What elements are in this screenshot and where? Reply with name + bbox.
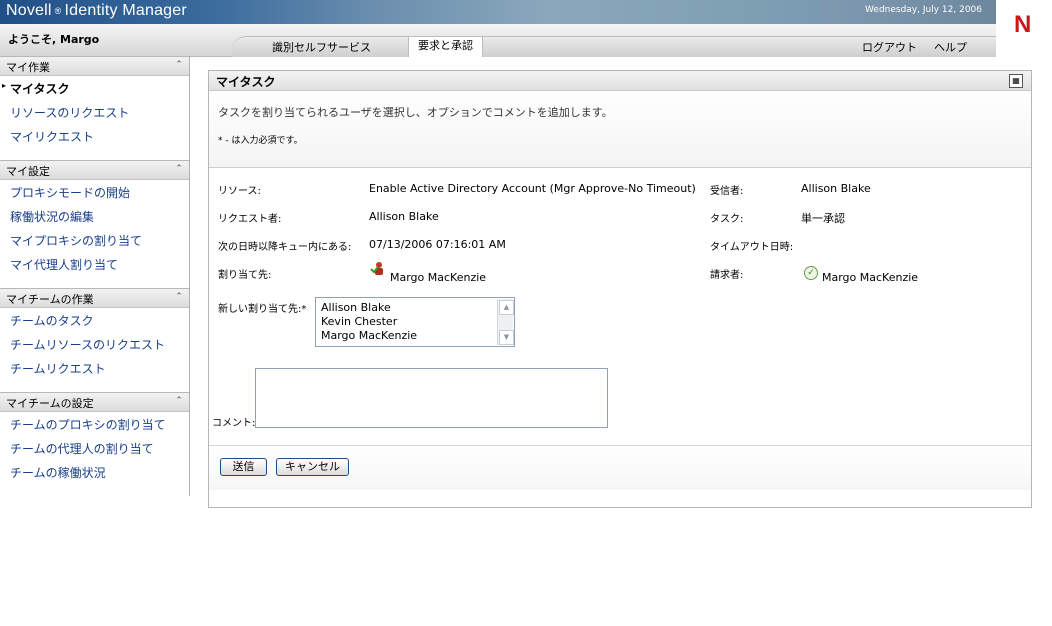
tab-requests-approvals[interactable]: 要求と承認 — [408, 36, 483, 57]
grid-view-icon[interactable]: ▦ — [1009, 74, 1023, 88]
sidebar-item-request-resource[interactable]: リソースのリクエスト — [10, 104, 129, 121]
assignee-option[interactable]: Allison Blake — [321, 301, 391, 314]
required-note: * - は入力必須です。 — [218, 136, 303, 146]
sidebar-item-team-requests[interactable]: チームリクエスト — [10, 360, 106, 377]
collapse-chevron-icon[interactable]: ⌃ — [173, 163, 185, 175]
recipient-label: 受信者: — [710, 186, 744, 197]
section-title: マイチームの設定 — [6, 397, 94, 410]
section-title: マイ設定 — [6, 165, 50, 178]
comment-label: コメント: — [212, 418, 256, 429]
cancel-button[interactable]: キャンセル — [276, 458, 349, 476]
sidebar-item-team-proxy-assignments[interactable]: チームのプロキシの割り当て — [10, 416, 166, 433]
sidebar-section-my-team-settings[interactable]: マイチームの設定 ⌃ — [0, 392, 189, 412]
assignee-option[interactable]: Margo MacKenzie — [321, 329, 417, 342]
page-title: マイタスク — [216, 75, 276, 89]
sidebar-section-my-work[interactable]: マイ作業 ⌃ — [0, 56, 189, 76]
sidebar-item-start-proxy-mode[interactable]: プロキシモードの開始 — [10, 184, 130, 201]
sidebar-item-request-team-resources[interactable]: チームリソースのリクエスト — [10, 336, 165, 353]
queued-since-value: 07/13/2006 07:16:01 AM — [369, 238, 506, 251]
tab-identity-self-service[interactable]: 識別セルフサービス — [272, 39, 371, 55]
instructions-text: タスクを割り当てられるユーザを選択し、オプションでコメントを追加します。 — [218, 106, 613, 119]
collapse-chevron-icon[interactable]: ⌃ — [173, 395, 185, 407]
sidebar-item-my-requests[interactable]: マイリクエスト — [10, 128, 94, 145]
task-value: 単一承認 — [801, 212, 845, 225]
submit-button[interactable]: 送信 — [220, 458, 267, 476]
new-assignee-listbox[interactable]: Allison Blake Kevin Chester Margo MacKen… — [315, 297, 515, 347]
sidebar-section-my-settings[interactable]: マイ設定 ⌃ — [0, 160, 189, 180]
collapse-chevron-icon[interactable]: ⌃ — [173, 59, 185, 71]
claimant-label: 請求者: — [710, 270, 744, 281]
sidebar-item-my-proxy-assignments[interactable]: マイプロキシの割り当て — [10, 232, 142, 249]
current-date: Wednesday, July 12, 2006 — [865, 5, 982, 15]
sidebar-item-team-delegate-assignments[interactable]: チームの代理人の割り当て — [10, 440, 154, 457]
user-assigned-icon — [370, 262, 383, 275]
task-detail-panel: マイタスク ▦ タスクを割り当てられるユーザを選択し、オプションでコメントを追加… — [208, 70, 1032, 508]
assignee-option[interactable]: Kevin Chester — [321, 315, 397, 328]
new-assignee-label: 新しい割り当て先:* — [218, 304, 307, 315]
recipient-value: Allison Blake — [801, 182, 871, 195]
sidebar-item-team-tasks[interactable]: チームのタスク — [10, 312, 94, 329]
logout-link[interactable]: ログアウト — [862, 39, 917, 55]
date-bar: Wednesday, July 12, 2006 — [822, 0, 996, 24]
collapse-chevron-icon[interactable]: ⌃ — [173, 291, 185, 303]
resource-value: Enable Active Directory Account (Mgr App… — [369, 182, 696, 195]
task-label: タスク: — [710, 214, 744, 225]
queued-since-label: 次の日時以降キュー内にある: — [218, 242, 352, 253]
novell-n-logo: N — [1014, 11, 1032, 38]
action-bar: 送信 キャンセル — [209, 445, 1031, 490]
listbox-scrollbar[interactable]: ▲ ▼ — [497, 299, 514, 345]
product-logo: Novell ® Identity Manager — [6, 2, 187, 19]
sidebar-item-my-delegate-assignments[interactable]: マイ代理人割り当て — [10, 256, 118, 273]
sidebar-section-my-team-work[interactable]: マイチームの作業 ⌃ — [0, 288, 189, 308]
timeout-label: タイムアウト日時: — [710, 242, 794, 253]
requester-label: リクエスト者: — [218, 214, 282, 225]
assigned-to-label: 割り当て先: — [218, 270, 272, 281]
sidebar-item-edit-availability[interactable]: 稼働状況の編集 — [10, 208, 94, 225]
panel-header: マイタスク ▦ — [209, 71, 1031, 91]
resource-label: リソース: — [218, 186, 261, 197]
comment-textarea[interactable] — [255, 368, 608, 428]
instructions-area: タスクを割り当てられるユーザを選択し、オプションでコメントを追加します。 * -… — [209, 91, 1031, 168]
assigned-to-value: Margo MacKenzie — [390, 271, 487, 284]
checkmark-icon: ✓ — [804, 266, 818, 280]
section-title: マイ作業 — [6, 61, 50, 74]
scroll-up-arrow-icon[interactable]: ▲ — [499, 300, 514, 315]
scroll-down-arrow-icon[interactable]: ▼ — [499, 330, 514, 345]
requester-value: Allison Blake — [369, 210, 439, 223]
claimant-value: Margo MacKenzie — [822, 271, 919, 284]
current-item-bullet-icon: ▸ — [2, 81, 7, 90]
help-link[interactable]: ヘルプ — [934, 39, 967, 55]
sidebar: マイ作業 ⌃ ▸ マイタスク リソースのリクエスト マイリクエスト マイ設定 ⌃ … — [0, 56, 190, 496]
sidebar-item-my-tasks[interactable]: ▸ マイタスク — [2, 80, 70, 97]
sidebar-item-team-availability[interactable]: チームの稼働状況 — [10, 464, 106, 481]
section-title: マイチームの作業 — [6, 293, 94, 306]
welcome-text: ようこそ, Margo — [8, 33, 100, 46]
